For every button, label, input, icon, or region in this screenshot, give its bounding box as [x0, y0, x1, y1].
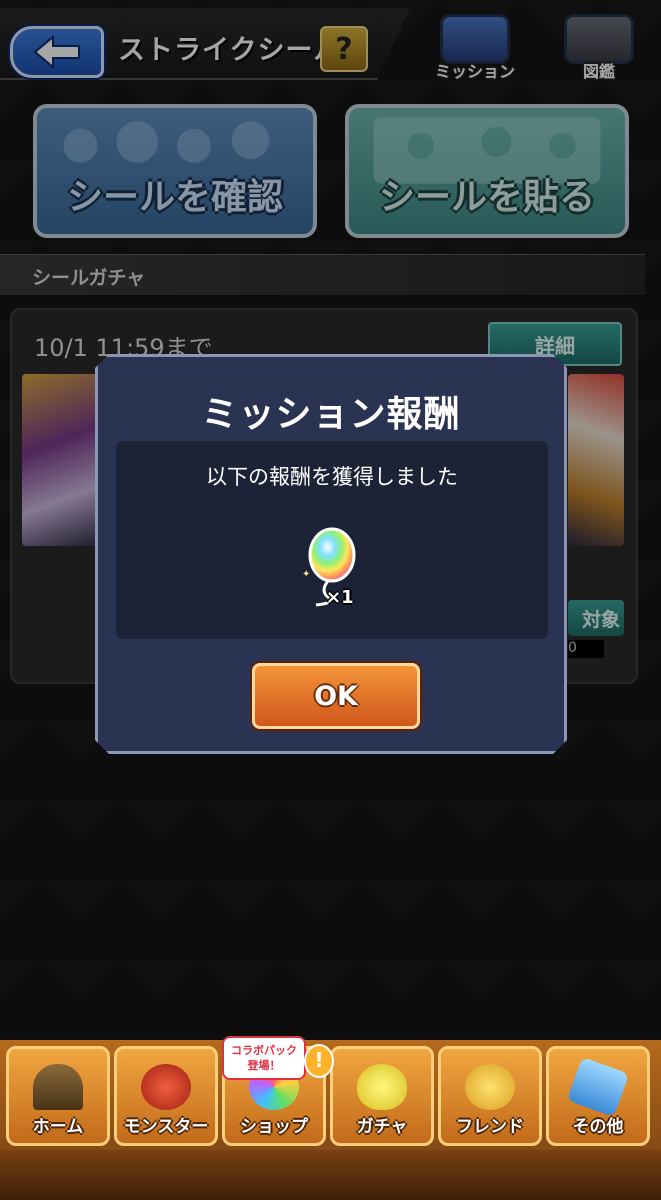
dragon-monster-icon	[141, 1064, 191, 1110]
promo-badge-line2: 登場！	[247, 1059, 281, 1072]
nav-home-label: ホーム	[32, 1117, 84, 1137]
alert-badge-icon: !	[304, 1044, 334, 1078]
nav-monster-label: モンスター	[123, 1117, 209, 1137]
friends-icon	[465, 1064, 515, 1110]
nav-other[interactable]: その他	[546, 1046, 650, 1146]
nav-gacha[interactable]: ガチャ	[330, 1046, 434, 1146]
home-gate-icon	[33, 1064, 83, 1110]
nav-home[interactable]: ホーム	[6, 1046, 110, 1146]
nav-friend-label: フレンド	[456, 1117, 524, 1137]
modal-title: ミッション報酬	[201, 394, 461, 435]
nav-other-label: その他	[572, 1117, 624, 1137]
svg-text:✦: ✦	[302, 569, 310, 580]
promo-badge-line1: コラボパック	[231, 1044, 297, 1057]
reward-quantity: ×1	[326, 587, 354, 608]
reward-modal: ミッション報酬 以下の報酬を獲得しました ✦ ×1 OK	[95, 354, 567, 754]
modal-message: 以下の報酬を獲得しました	[206, 465, 458, 489]
ok-button[interactable]: OK	[252, 663, 420, 729]
modal-body: 以下の報酬を獲得しました ✦ ×1	[116, 441, 548, 639]
collab-pack-badge: コラボパック 登場！	[222, 1036, 306, 1080]
nav-gacha-label: ガチャ	[356, 1117, 408, 1137]
question-mark-icon	[566, 1056, 630, 1118]
egg-icon	[357, 1064, 407, 1110]
nav-friend[interactable]: フレンド	[438, 1046, 542, 1146]
nav-monster[interactable]: モンスター	[114, 1046, 218, 1146]
nav-shop-label: ショップ	[240, 1117, 308, 1137]
